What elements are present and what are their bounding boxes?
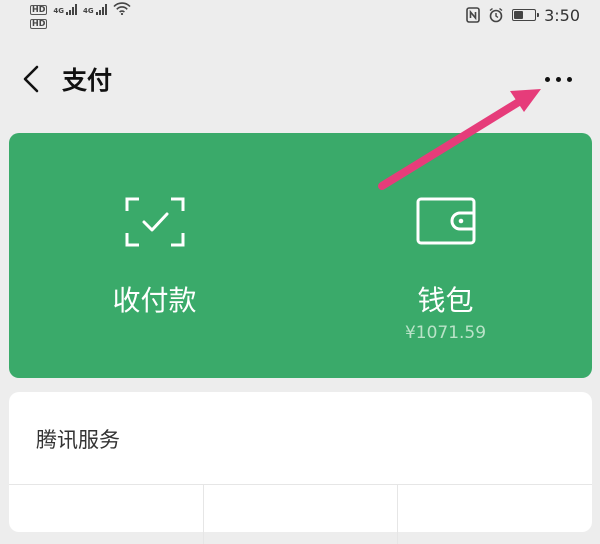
back-arrow-icon	[23, 65, 39, 93]
receive-payment-button[interactable]: 收付款	[9, 133, 300, 378]
network-label: 4G	[53, 7, 64, 15]
section-title: 腾讯服务	[36, 428, 120, 452]
scan-qr-icon	[125, 197, 184, 247]
wallet-label: 钱包	[417, 284, 474, 317]
status-right: 3:50	[466, 5, 580, 25]
wallet-button[interactable]: 钱包 ¥1071.59	[300, 133, 591, 378]
more-dot-icon	[555, 76, 561, 82]
wifi-icon	[113, 2, 131, 15]
more-dot-icon	[566, 76, 572, 82]
battery-fill	[514, 11, 524, 19]
grid-divider	[397, 484, 398, 544]
sim1-signal: HD 4G 4G	[30, 2, 131, 15]
battery-icon	[512, 9, 540, 21]
hd-badge: HD	[30, 19, 48, 29]
status-time: 3:50	[544, 5, 580, 25]
page-title: 支付	[62, 66, 113, 95]
sim2-signal: HD	[30, 19, 48, 29]
pay-card: 收付款 钱包 ¥1071.59	[9, 133, 592, 378]
more-dot-icon	[544, 76, 550, 82]
tencent-services-section: 腾讯服务	[9, 392, 592, 544]
hd-badge: HD	[30, 5, 48, 15]
grid-divider	[203, 484, 204, 544]
alarm-icon	[489, 7, 503, 23]
title-bar: 支付	[0, 48, 600, 112]
more-button[interactable]	[536, 62, 580, 96]
network-label: 4G	[82, 7, 94, 15]
divider	[9, 484, 592, 485]
receive-payment-label: 收付款	[112, 284, 197, 317]
back-button[interactable]	[14, 62, 48, 96]
wallet-icon	[416, 197, 475, 245]
status-bar: HD 4G 4G HD 3:50	[0, 0, 600, 34]
nfc-icon	[466, 7, 480, 23]
signal-icon	[65, 3, 77, 15]
signal-icon	[95, 3, 107, 15]
wallet-balance: ¥1071.59	[404, 323, 487, 343]
